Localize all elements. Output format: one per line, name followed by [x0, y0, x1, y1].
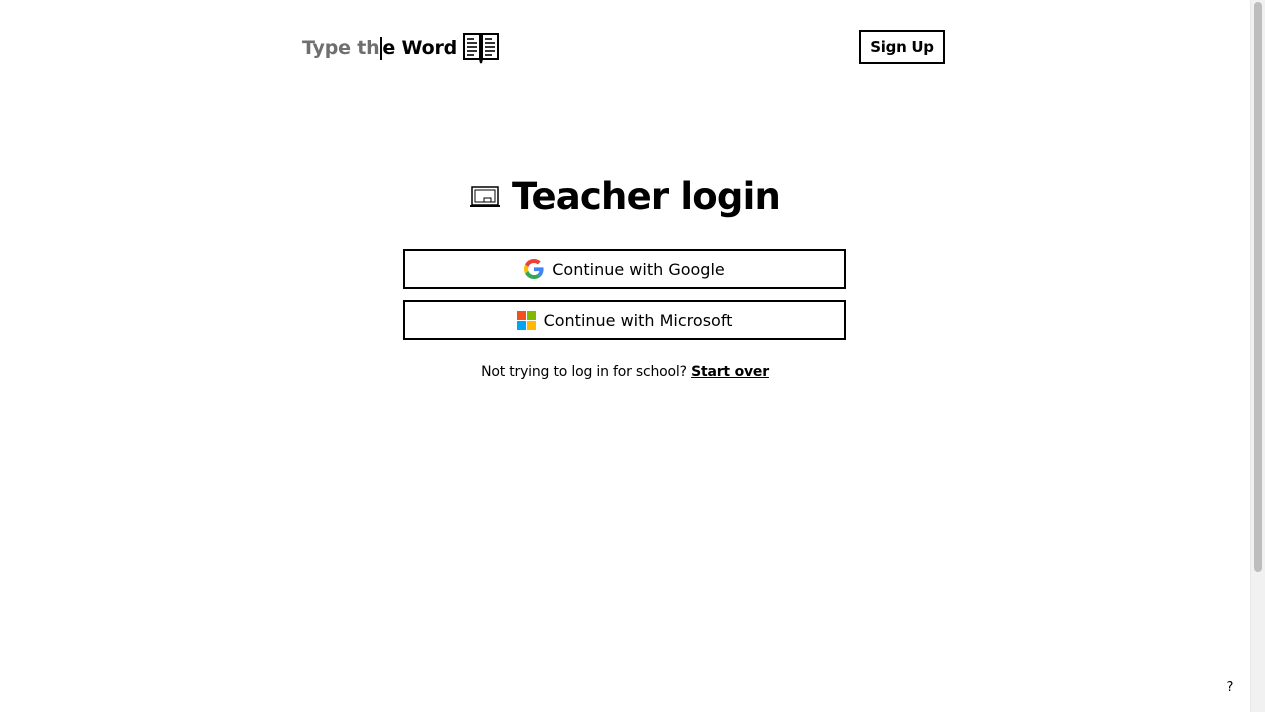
- site-logo[interactable]: Type th e Word: [302, 30, 500, 66]
- open-book-icon: [462, 32, 500, 64]
- start-over-link[interactable]: Start over: [691, 364, 769, 380]
- google-button-label: Continue with Google: [552, 259, 725, 279]
- continue-with-microsoft-button[interactable]: Continue with Microsoft: [403, 300, 846, 340]
- chalkboard-icon: [469, 185, 500, 209]
- logo-rest-text: e Word: [382, 37, 458, 59]
- start-over-prompt-text: Not trying to log in for school?: [481, 364, 687, 380]
- vertical-scrollbar[interactable]: [1250, 0, 1265, 712]
- microsoft-button-label: Continue with Microsoft: [543, 310, 733, 330]
- google-logo-icon: [524, 259, 544, 279]
- help-button[interactable]: ?: [1222, 680, 1238, 698]
- login-heading: Teacher login: [0, 170, 1250, 222]
- scrollbar-thumb[interactable]: [1254, 2, 1262, 572]
- page: Type th e Word Sign Up Teacher login Con…: [0, 0, 1265, 712]
- continue-with-google-button[interactable]: Continue with Google: [403, 249, 846, 289]
- microsoft-logo-icon: [516, 310, 536, 330]
- sign-up-button[interactable]: Sign Up: [859, 30, 945, 64]
- logo-typed-text: Type th: [302, 37, 380, 59]
- page-title: Teacher login: [511, 174, 781, 218]
- start-over-prompt: Not trying to log in for school? Start o…: [0, 364, 1250, 380]
